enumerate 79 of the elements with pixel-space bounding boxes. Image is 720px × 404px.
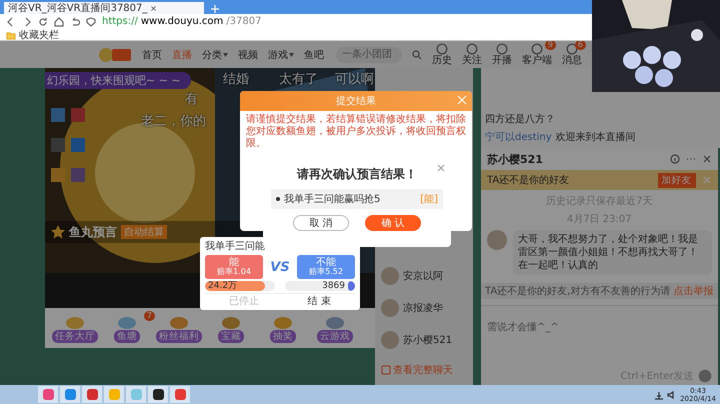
header-action[interactable]: 历史 (432, 43, 452, 66)
danmaku-text: 太有了 (279, 71, 318, 88)
bullet-icon (276, 197, 280, 201)
nav-link[interactable]: 首页 (142, 48, 162, 62)
friend-item[interactable]: 安京以阿 (381, 267, 473, 285)
shield-icon (86, 16, 96, 26)
taskbar-app-icon[interactable] (148, 386, 168, 403)
confirm-button[interactable]: 确 认 (365, 215, 421, 231)
count-badge: 7 (144, 310, 155, 320)
friend-notice: TA还不是你的好友 (487, 174, 570, 187)
warning-text: 请谨慎提交结果，若结算错误请修改结果，将扣除您对应数额鱼翅，被用户多次投诉，将收回预言权限。 (246, 114, 466, 151)
header-action[interactable]: 关注 (462, 43, 482, 66)
star-icon (51, 225, 65, 239)
chat-message: 四方还是八方？ (485, 112, 555, 126)
prediction-option[interactable]: 不能 赔率5.52 (297, 255, 355, 279)
chat-contact-name: 苏小樱521 (487, 152, 543, 166)
browser-tab[interactable]: 河谷VR_河谷VR直播间37807_ (4, 2, 204, 14)
nav-link[interactable]: 鱼吧 (304, 48, 324, 62)
action-icon (466, 43, 478, 55)
versus-label: VS (270, 260, 290, 274)
nav-link[interactable]: 游戏 (268, 48, 294, 62)
dialog-title: 提交结果 (336, 94, 376, 108)
new-tab-icon[interactable] (210, 4, 220, 14)
danmaku-text: 可以啊 (335, 71, 374, 88)
expand-icon (381, 365, 391, 375)
action-icon (566, 43, 578, 55)
gift-item[interactable]: 云游戏 (311, 314, 359, 342)
undo-icon[interactable] (70, 16, 80, 26)
pool-bar: 24.2万 (205, 281, 275, 291)
avatar-icon (381, 331, 399, 349)
header-action[interactable]: 开播 (492, 43, 512, 66)
prediction-item: 我单手三问能赢吗抢5 (284, 192, 380, 206)
chosen-answer: [能] (420, 192, 438, 206)
close-button[interactable] (436, 163, 446, 173)
action-icon (496, 43, 508, 55)
danmaku-text: 有 (185, 91, 198, 108)
info-icon[interactable] (670, 154, 680, 164)
pool-bar: 3869 (285, 281, 355, 291)
bookmarks-bar-label: 收藏夹栏 (19, 28, 59, 42)
avatar-icon (381, 267, 399, 285)
report-notice: TA还不是你的好友,对方有不友善的行为请 点击举报 (481, 283, 718, 299)
prediction-title: 鱼丸预言 (69, 224, 117, 240)
action-icon (436, 43, 448, 55)
friend-item[interactable]: 凉报凌华 (381, 299, 473, 317)
network-icon (654, 390, 664, 400)
gift-item[interactable]: 抽奖 (259, 314, 307, 342)
send-icon[interactable] (698, 369, 712, 383)
gift-item[interactable]: 宝藏 (207, 314, 255, 342)
avatar-icon (381, 299, 399, 317)
close-icon[interactable] (702, 154, 712, 164)
end-button[interactable]: 结 束 (308, 294, 331, 308)
dialog-title: 请再次确认预言结果！ (297, 166, 417, 183)
gift-item[interactable]: 任务大厅 (51, 314, 99, 342)
nav-link[interactable]: 视频 (238, 48, 258, 62)
message-input[interactable]: 需说才会懂^_^ (487, 320, 712, 367)
url-field[interactable]: https:// www.douyu.com /37807 (102, 16, 262, 27)
friend-item[interactable]: 苏小樱521 (381, 331, 473, 349)
search-field[interactable]: 一条小团团 (336, 46, 402, 62)
prediction-option[interactable]: 能 赔率1.04 (205, 255, 263, 279)
nav-link[interactable]: 分类 (202, 48, 228, 62)
action-icon (531, 43, 543, 55)
prediction-badge: 自动结算 (121, 225, 167, 239)
home-icon[interactable] (54, 16, 64, 26)
avatar-icon (487, 230, 507, 250)
message-bubble: 大哥，我不想努力了，处个对象吧！我是雷区第一颜值小姐姐！不想再找大哥了！在一起吧！认真的 (513, 230, 712, 275)
count-badge: 9 (544, 41, 556, 50)
close-icon[interactable] (150, 4, 158, 12)
gift-item[interactable]: 粉丝福利 (155, 314, 203, 342)
danmaku-text: 结婚 (223, 71, 249, 88)
chat-message: 欢迎来到本直播间 (556, 130, 636, 144)
chat-username: 宁可以destiny (485, 130, 552, 144)
cancel-button[interactable]: 取 消 (293, 215, 349, 231)
logo-icon[interactable] (98, 46, 132, 64)
status-label: 已停止 (229, 294, 260, 308)
danmaku-text: 老二，你的 (141, 113, 206, 130)
promo-banner: 幻乐园，快来围观吧~ ~ ~ (45, 72, 191, 89)
search-icon[interactable] (412, 50, 422, 60)
count-badge: 6 (574, 41, 586, 50)
reload-icon[interactable] (38, 16, 48, 26)
